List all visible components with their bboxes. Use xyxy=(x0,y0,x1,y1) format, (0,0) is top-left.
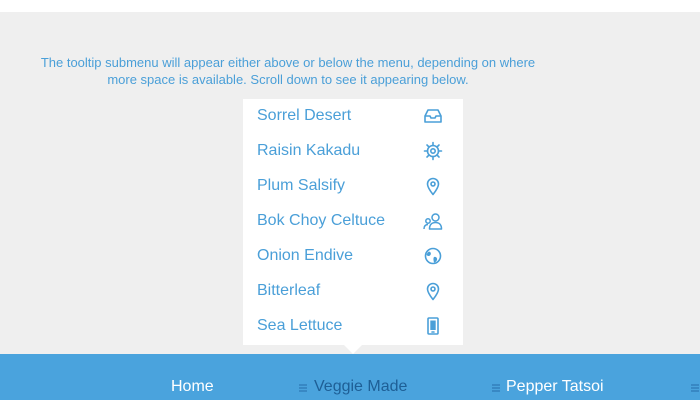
submenu-item-label: Sorrel Desert xyxy=(257,107,352,124)
submenu-item-sorrel-desert[interactable]: Sorrel Desert xyxy=(243,99,463,134)
tooltip-submenu: Sorrel Desert Raisin Kakadu Plum Salsify xyxy=(243,99,463,345)
submenu-item-label: Bitterleaf xyxy=(257,282,321,299)
location-pin-icon xyxy=(423,176,443,196)
menu-item-pepper-tatsoi[interactable]: Pepper Tatsoi xyxy=(492,354,622,400)
menu-item-label: Veggie Made xyxy=(314,378,408,395)
intro-text: The tooltip submenu will appear either a… xyxy=(40,55,536,87)
globe-icon xyxy=(423,246,443,266)
users-icon xyxy=(423,211,443,231)
menu-item-home[interactable]: Home xyxy=(160,354,230,400)
menu-lines-icon xyxy=(299,384,307,392)
submenu-pointer xyxy=(344,345,362,354)
gear-icon xyxy=(423,141,443,161)
menu-lines-icon xyxy=(492,384,500,392)
location-pin-icon xyxy=(423,281,443,301)
menu-item-veggie-made[interactable]: Veggie Made xyxy=(299,354,419,400)
submenu-item-onion-endive[interactable]: Onion Endive xyxy=(243,239,463,274)
submenu-item-label: Sea Lettuce xyxy=(257,317,343,334)
mobile-phone-icon xyxy=(423,316,443,336)
menu-item-overflow[interactable] xyxy=(691,354,700,400)
top-strip xyxy=(0,0,700,12)
submenu-item-label: Onion Endive xyxy=(257,247,354,264)
inbox-tray-icon xyxy=(423,106,443,126)
submenu-item-bok-choy-celtuce[interactable]: Bok Choy Celtuce xyxy=(243,204,463,239)
menu-item-label: Home xyxy=(171,378,214,395)
submenu-item-label: Raisin Kakadu xyxy=(257,142,361,159)
menu-item-label: Pepper Tatsoi xyxy=(506,378,604,395)
menu-lines-icon xyxy=(691,384,699,392)
submenu-item-bitterleaf[interactable]: Bitterleaf xyxy=(243,274,463,309)
submenu-item-label: Plum Salsify xyxy=(257,177,346,194)
submenu-item-plum-salsify[interactable]: Plum Salsify xyxy=(243,169,463,204)
submenu-item-label: Bok Choy Celtuce xyxy=(257,212,386,229)
submenu-item-raisin-kakadu[interactable]: Raisin Kakadu xyxy=(243,134,463,169)
submenu-item-sea-lettuce[interactable]: Sea Lettuce xyxy=(243,309,463,344)
main-menu-bar: Home Veggie Made Pepper Tatsoi xyxy=(0,354,700,400)
